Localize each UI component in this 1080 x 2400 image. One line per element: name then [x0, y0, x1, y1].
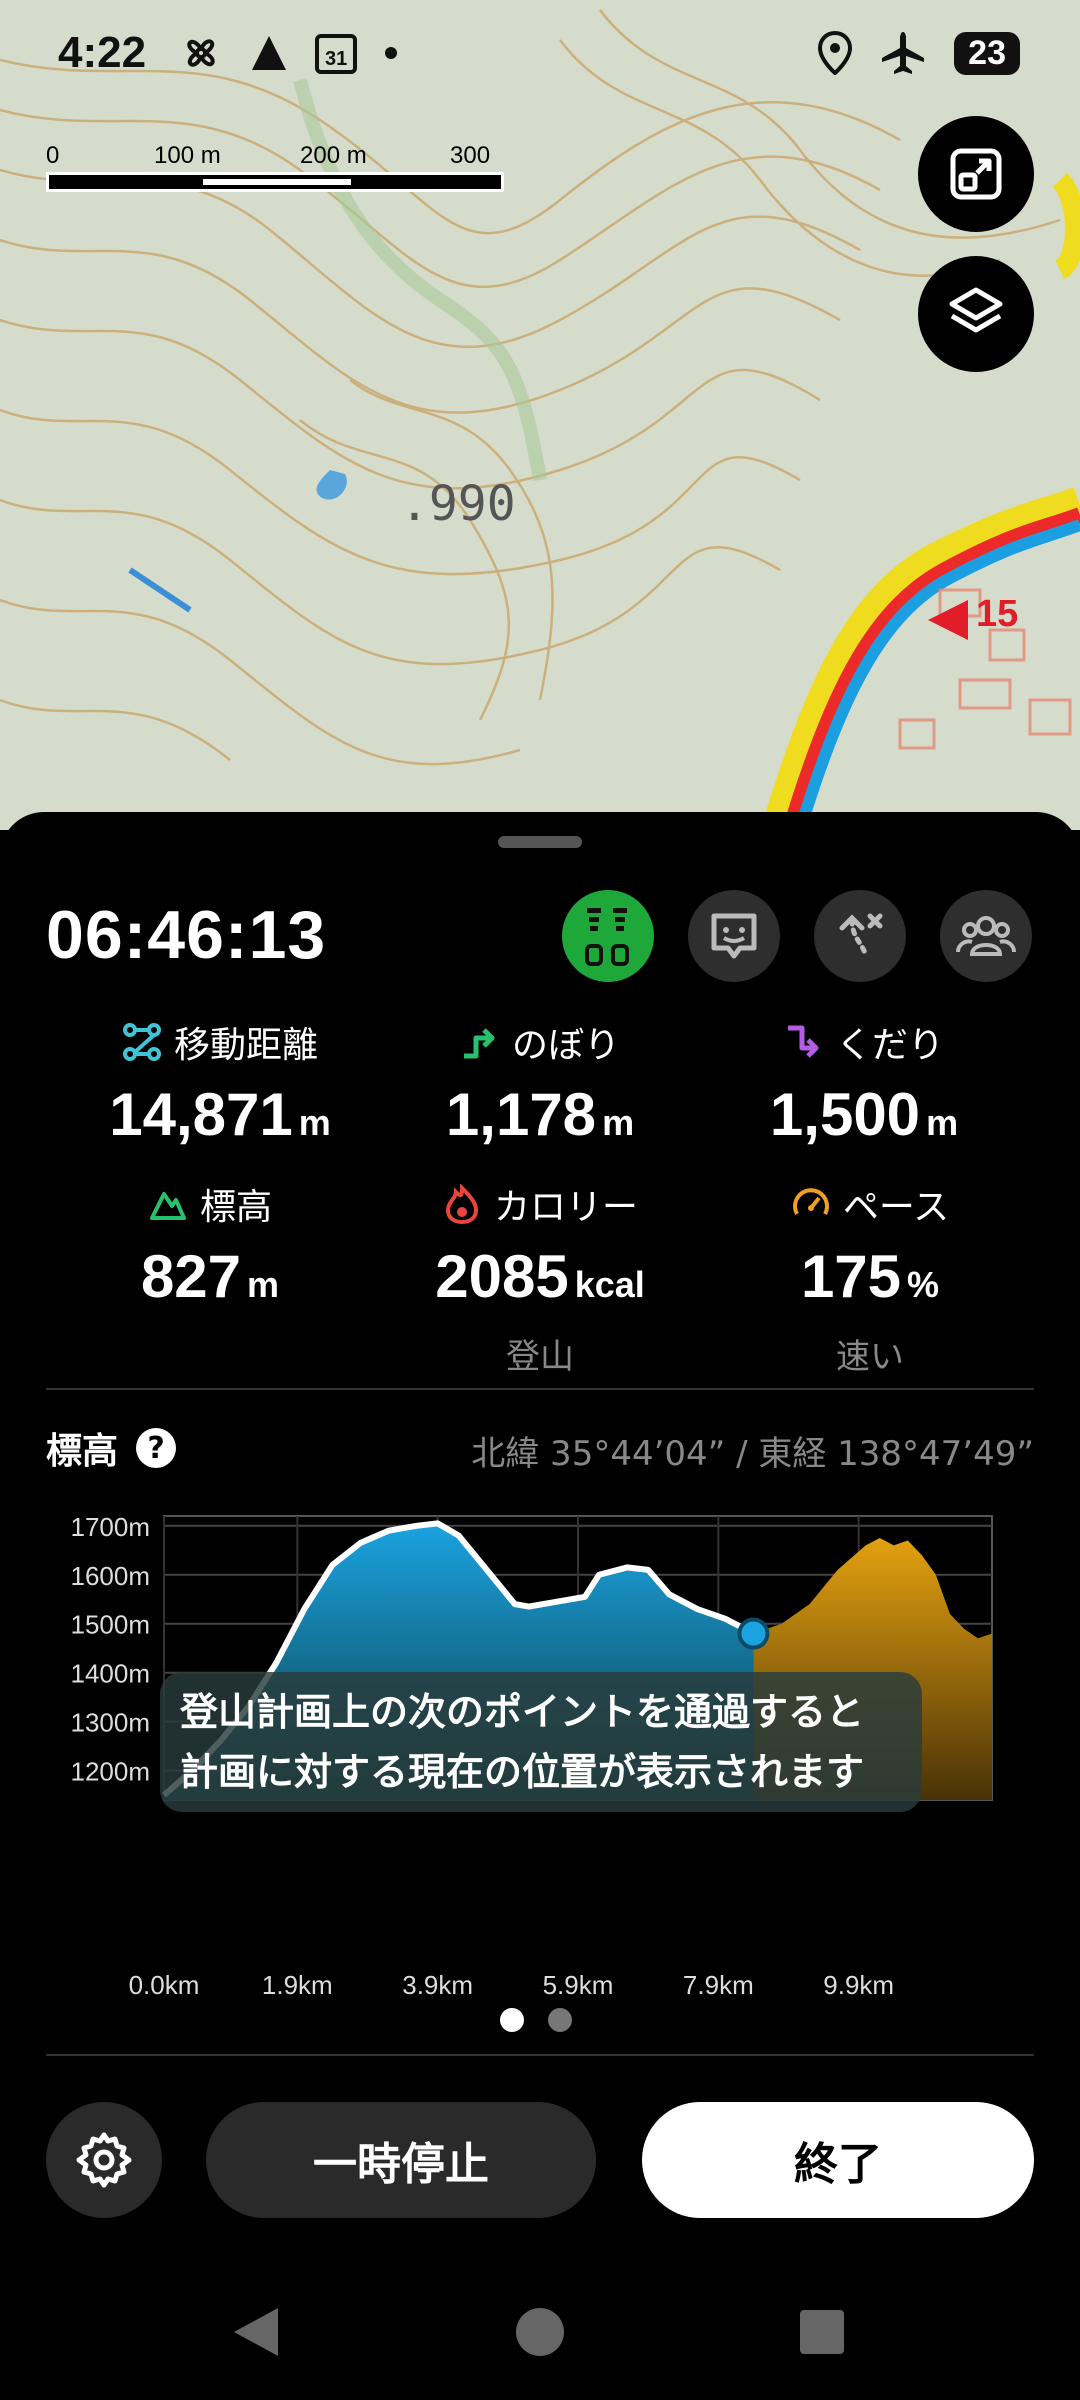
x-tick-label: 1.9km — [262, 1970, 333, 2000]
stat-sub: 登山 — [506, 1337, 574, 1377]
x-tick-label: 9.9km — [823, 1970, 894, 2000]
stat-unit: m — [926, 1102, 959, 1143]
stat-distance: 移動距離 14,871 m — [40, 1016, 400, 1149]
speedometer-icon — [792, 1188, 829, 1215]
distance-icon — [122, 1023, 161, 1061]
location-icon — [818, 31, 853, 75]
mountain-icon — [149, 1192, 186, 1220]
fit-route-icon — [950, 148, 1002, 200]
plan-tooltip: 登山計画上の次のポイントを通過すると 計画に対する現在の位置が表示されます — [160, 1672, 922, 1812]
scale-label: 0 — [46, 142, 60, 169]
stat-calories: カロリー 2085 kcal 登山 — [360, 1178, 720, 1378]
tooltip-line: 登山計画上の次のポイントを通過すると — [180, 1690, 865, 1734]
current-position-marker — [737, 1617, 770, 1650]
battery-level: 23 — [954, 31, 1020, 75]
home-icon[interactable] — [516, 2308, 564, 2356]
stat-unit: m — [298, 1102, 331, 1143]
group-icon — [956, 916, 1016, 956]
signal-icon — [252, 36, 286, 70]
layers-button[interactable] — [918, 256, 1034, 372]
face-button[interactable] — [688, 890, 780, 982]
navigation-bar — [234, 2308, 844, 2356]
flame-icon — [445, 1184, 478, 1224]
map-elevation-label: .990 — [400, 476, 516, 532]
stat-label: ペース — [842, 1187, 950, 1228]
map-scale-bar: 0 100 m 200 m 300 m — [46, 142, 506, 198]
stat-label: 移動距離 — [173, 1025, 318, 1066]
scale-label: 200 m — [300, 142, 367, 169]
route-branch-icon — [839, 913, 883, 959]
airplane-icon — [882, 32, 925, 74]
activity-sheet: 06:46:13 移動距離 14,871 m のぼり 1,178 m くだり 1,5… — [0, 812, 1080, 2400]
stat-unit: m — [602, 1102, 635, 1143]
stat-altitude: 標高 827 m — [30, 1178, 390, 1311]
x-tick-label: 5.9km — [543, 1970, 614, 2000]
divider — [46, 1388, 1034, 1390]
pause-button[interactable]: 一時停止 — [206, 2102, 596, 2218]
calendar-icon: 31 — [315, 34, 357, 74]
stat-value: 2085 — [435, 1243, 569, 1310]
stat-sub: 速い — [836, 1337, 904, 1377]
y-tick-label: 1500m — [71, 1610, 151, 1640]
stat-label: カロリー — [493, 1187, 638, 1228]
route-markers-icon — [585, 908, 629, 966]
x-tick-label: 0.0km — [129, 1970, 200, 2000]
y-tick-label: 1400m — [71, 1659, 151, 1689]
y-tick-label: 1300m — [71, 1708, 151, 1738]
stat-unit: kcal — [574, 1264, 645, 1305]
x-axis: 0.0km 1.9km 3.9km 5.9km 7.9km 9.9km — [129, 1970, 894, 2000]
x-tick-label: 3.9km — [402, 1970, 473, 2000]
page-dot-active[interactable] — [500, 2008, 524, 2032]
page-dot[interactable] — [548, 2008, 572, 2032]
map-view[interactable]: .990 15 — [0, 0, 1080, 830]
stat-label: のぼり — [511, 1025, 620, 1066]
stat-value: 1,500 — [769, 1081, 921, 1148]
status-bar: 4:22 31 23 — [0, 0, 1080, 110]
stat-label: 標高 — [199, 1187, 272, 1228]
coordinates: 北緯 35°44’04” / 東経 138°47’49” — [471, 1434, 1034, 1474]
fan-icon — [187, 39, 215, 67]
group-button[interactable] — [940, 890, 1032, 982]
stat-value: 175 — [800, 1243, 902, 1310]
y-tick-label: 1200m — [71, 1757, 151, 1787]
descent-icon — [787, 1025, 819, 1058]
recents-icon[interactable] — [800, 2310, 844, 2354]
stat-pace: ペース 175% 速い — [690, 1178, 1050, 1378]
help-icon[interactable]: ? — [136, 1428, 177, 1468]
svg-text:31: 31 — [325, 48, 347, 70]
topographic-map: .990 15 — [0, 0, 1080, 830]
elevation-section-title: 標高 ? — [46, 1422, 177, 1474]
stat-unit: m — [247, 1264, 280, 1305]
stat-ascent: のぼり 1,178 m — [360, 1016, 720, 1149]
ascent-icon — [463, 1028, 495, 1059]
y-tick-label: 1700m — [71, 1512, 151, 1542]
stat-value: 827 — [140, 1243, 242, 1310]
layers-icon — [949, 287, 1003, 333]
status-time: 4:22 — [58, 28, 147, 77]
gear-icon — [76, 2132, 132, 2188]
route-markers-button[interactable] — [562, 890, 654, 982]
stat-descent: くだり 1,500 m — [684, 1016, 1044, 1149]
scale-label: 100 m — [154, 142, 221, 169]
stat-label: くだり — [835, 1025, 944, 1066]
x-tick-label: 7.9km — [683, 1970, 754, 2000]
tooltip-line: 計画に対する現在の位置が表示されます — [180, 1750, 865, 1794]
stat-unit: % — [907, 1264, 940, 1305]
stat-value: 14,871 — [109, 1081, 293, 1148]
route-branch-button[interactable] — [814, 890, 906, 982]
road-number: 15 — [976, 593, 1018, 635]
page-indicator — [500, 2008, 572, 2032]
settings-button[interactable] — [46, 2102, 162, 2218]
finish-button[interactable]: 終了 — [642, 2102, 1034, 2218]
elapsed-time: 06:46:13 — [46, 897, 327, 973]
back-icon[interactable] — [234, 2308, 278, 2356]
elevation-title: 標高 — [46, 1431, 119, 1472]
divider — [46, 2054, 1034, 2056]
face-icon — [711, 913, 757, 959]
y-tick-label: 1600m — [71, 1561, 151, 1591]
stat-value: 1,178 — [445, 1081, 597, 1148]
fit-route-button[interactable] — [918, 116, 1034, 232]
sheet-handle[interactable] — [498, 836, 582, 848]
dot-icon — [385, 47, 397, 59]
